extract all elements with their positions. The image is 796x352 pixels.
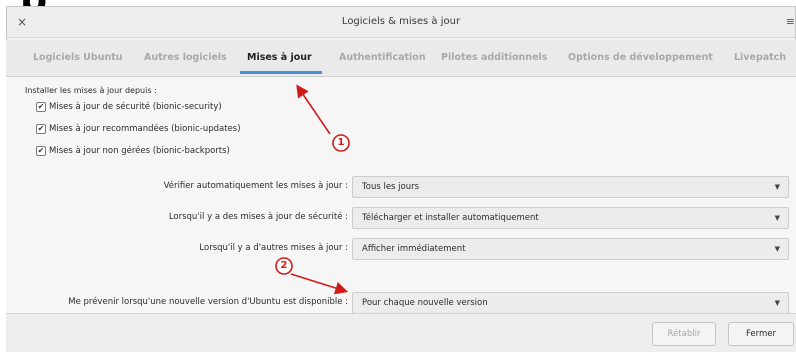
annotation-number-2: 2 — [280, 260, 288, 271]
annotation-arrow-1 — [296, 84, 331, 135]
annotation-number-1: 1 — [337, 137, 345, 148]
annotation-overlay — [275, 84, 350, 295]
annotation-arrow-2 — [290, 273, 349, 295]
